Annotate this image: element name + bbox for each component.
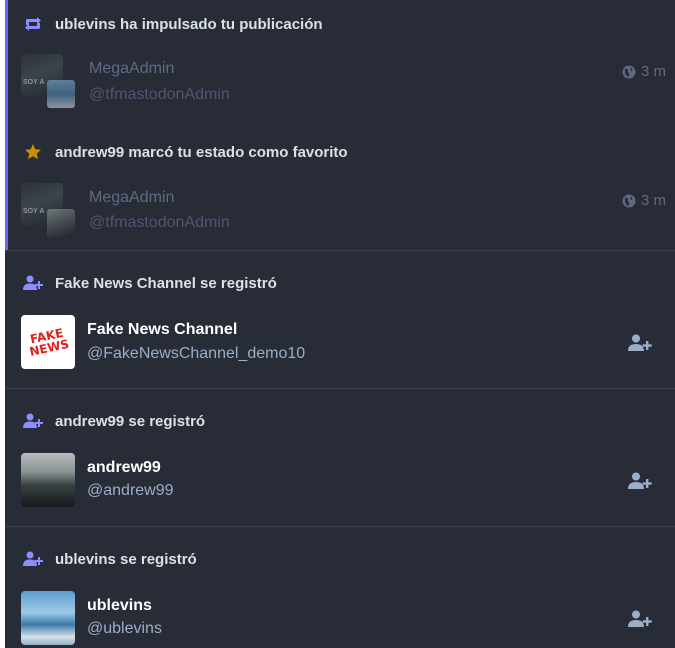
- follow-user-icon: [628, 472, 652, 489]
- account-handle[interactable]: @ublevins: [87, 620, 162, 638]
- reblogger-avatar: [47, 80, 75, 108]
- user-plus-icon: [23, 549, 43, 569]
- favouriter-avatar: [47, 209, 75, 237]
- account-handle[interactable]: @andrew99: [87, 482, 174, 500]
- notification-message: andrew99 marcó tu estado como favorito: [55, 143, 348, 161]
- notification-header: ublevins se registró: [23, 549, 197, 569]
- globe-icon: [622, 65, 636, 78]
- globe-icon: [622, 194, 636, 207]
- account-avatar[interactable]: [21, 591, 75, 645]
- account-avatar[interactable]: [21, 453, 75, 507]
- notification-signup[interactable]: ublevins se registró ublevins @ublevins: [5, 527, 675, 648]
- status-handle[interactable]: @tfmastodonAdmin: [89, 214, 230, 232]
- account-display-name[interactable]: Fake News Channel: [87, 321, 237, 339]
- notification-message: ublevins se registró: [55, 550, 197, 568]
- status-display-name[interactable]: MegaAdmin: [89, 189, 174, 207]
- notification-signup[interactable]: andrew99 se registró andrew99 @andrew99: [5, 389, 675, 526]
- status-timestamp[interactable]: 3 m: [622, 63, 666, 80]
- account-display-name[interactable]: ublevins: [87, 597, 152, 615]
- status-handle[interactable]: @tfmastodonAdmin: [89, 86, 230, 104]
- status-timestamp[interactable]: 3 m: [622, 192, 666, 209]
- user-plus-icon: [23, 273, 43, 293]
- notification-header: ublevins ha impulsado tu publicación: [23, 14, 323, 34]
- notification-signup[interactable]: Fake News Channel se registró FAKE NEWS …: [5, 251, 675, 388]
- status-avatar[interactable]: SOY A: [21, 54, 75, 108]
- notification-message: Fake News Channel se registró: [55, 274, 277, 292]
- status-avatar[interactable]: SOY A: [21, 183, 75, 237]
- notification-favourite[interactable]: andrew99 marcó tu estado como favorito S…: [5, 122, 675, 250]
- follow-button[interactable]: [627, 332, 653, 354]
- star-icon: [23, 142, 43, 162]
- follow-user-icon: [628, 334, 652, 351]
- retweet-icon: [23, 14, 43, 34]
- notification-message: ublevins ha impulsado tu publicación: [55, 15, 323, 33]
- notification-message: andrew99 se registró: [55, 412, 206, 430]
- unread-indicator: [5, 0, 8, 250]
- notification-header: Fake News Channel se registró: [23, 273, 277, 293]
- account-handle[interactable]: @FakeNewsChannel_demo10: [87, 345, 305, 363]
- status-display-name[interactable]: MegaAdmin: [89, 60, 174, 78]
- account-display-name[interactable]: andrew99: [87, 459, 161, 477]
- follow-button[interactable]: [627, 470, 653, 492]
- account-avatar[interactable]: FAKE NEWS: [21, 315, 75, 369]
- follow-button[interactable]: [627, 608, 653, 630]
- notification-reblog[interactable]: ublevins ha impulsado tu publicación SOY…: [5, 0, 675, 122]
- notification-header: andrew99 se registró: [23, 411, 205, 431]
- notification-header: andrew99 marcó tu estado como favorito: [23, 142, 348, 162]
- follow-user-icon: [628, 610, 652, 627]
- notifications-column: ublevins ha impulsado tu publicación SOY…: [5, 0, 675, 648]
- user-plus-icon: [23, 411, 43, 431]
